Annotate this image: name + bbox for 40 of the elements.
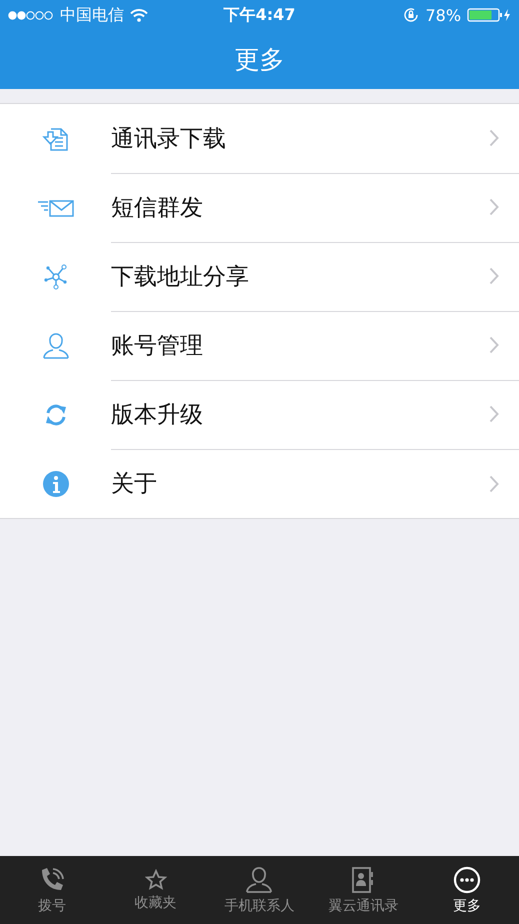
menu-item[interactable]: 下载地址分享	[0, 242, 519, 311]
menu-label: 账号管理	[111, 332, 203, 360]
menu-label: 通讯录下载	[111, 124, 226, 154]
info-icon	[42, 470, 70, 498]
document-download-icon	[42, 126, 70, 152]
network-icon	[42, 264, 68, 290]
tab-item[interactable]: 手机联系人	[208, 856, 312, 924]
wifi-icon	[130, 8, 148, 22]
menu-item[interactable]: 通讯录下载	[0, 104, 519, 173]
star-icon	[144, 868, 167, 890]
envelope-icon	[36, 198, 74, 216]
person-icon	[245, 866, 274, 894]
tab-item[interactable]: 收藏夹	[104, 856, 208, 924]
tab-item[interactable]: 更多	[415, 856, 519, 924]
chevron-right-icon	[489, 336, 499, 354]
person-icon	[42, 332, 70, 360]
menu-item[interactable]: 短信群发	[0, 173, 519, 242]
chevron-right-icon	[489, 474, 499, 492]
menu-label: 关于	[111, 470, 157, 499]
chevron-right-icon	[489, 405, 499, 423]
menu-item[interactable]: 关于	[0, 449, 519, 518]
rotation-lock-icon	[403, 7, 420, 23]
menu-label: 下载地址分享	[111, 262, 249, 292]
menu-item[interactable]: 版本升级	[0, 380, 519, 449]
chevron-right-icon	[489, 267, 499, 285]
address-book-icon	[351, 866, 376, 894]
signal-icon	[8, 10, 54, 20]
battery-percent: 78%	[425, 6, 462, 24]
menu-label: 短信群发	[111, 194, 203, 222]
chevron-right-icon	[489, 198, 499, 216]
tab-item[interactable]: 拨号	[0, 856, 104, 924]
battery-charging-icon	[467, 8, 512, 22]
menu-label: 版本升级	[111, 400, 203, 430]
carrier-name: 中国电信	[60, 4, 124, 26]
more-icon	[453, 866, 482, 894]
menu-item[interactable]: 账号管理	[0, 311, 519, 380]
chevron-right-icon	[489, 129, 499, 147]
page-title: 更多	[234, 44, 286, 76]
tab-item[interactable]: 翼云通讯录	[311, 856, 416, 924]
status-time: 下午4:47	[224, 4, 296, 26]
